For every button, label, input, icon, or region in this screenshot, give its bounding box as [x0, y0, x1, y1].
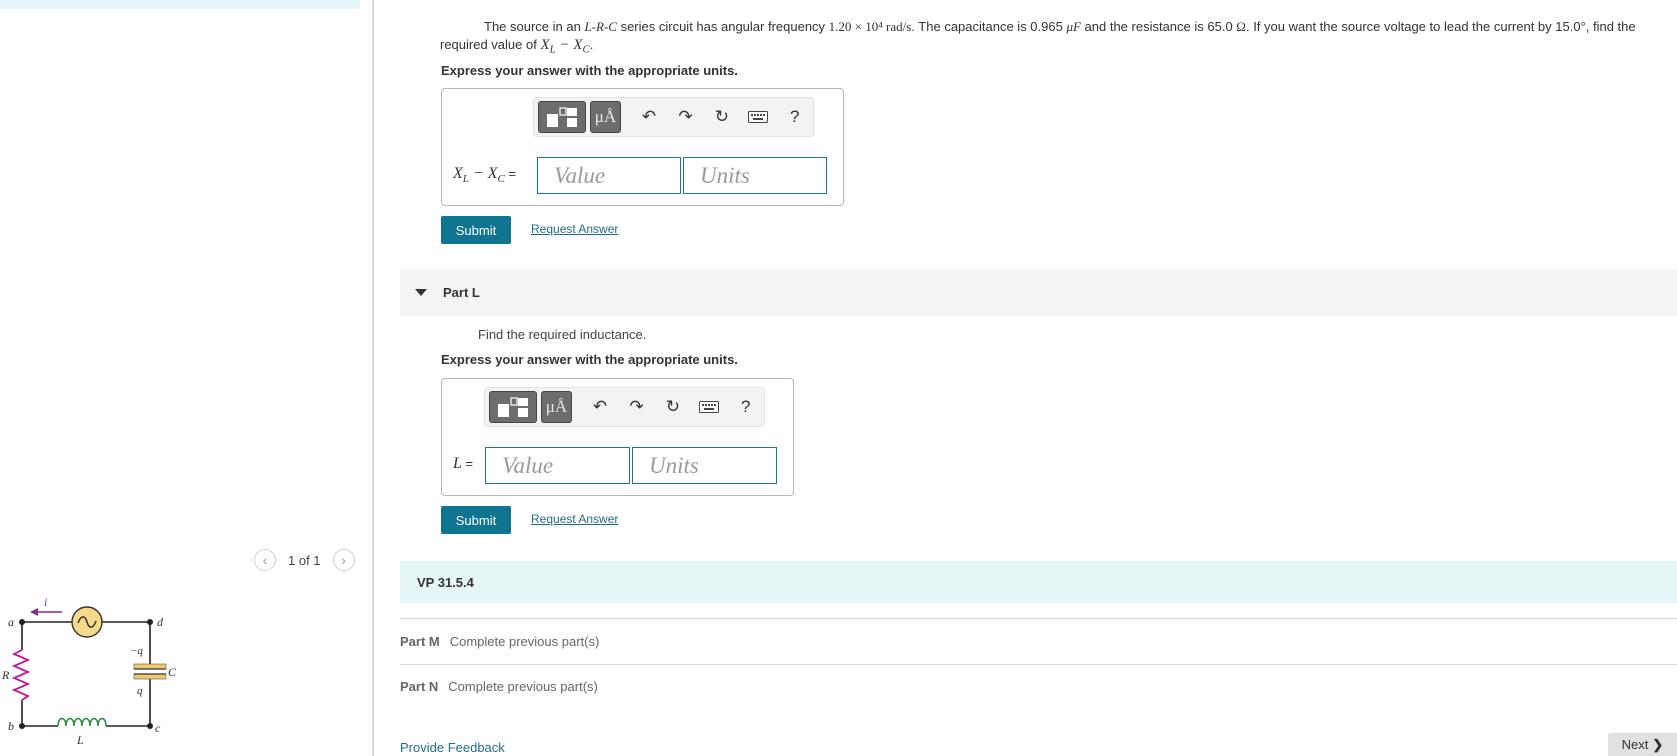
left-top-bar [0, 0, 360, 9]
units-icon[interactable]: μÅ [590, 101, 621, 133]
part-m-name: Part M [400, 634, 440, 649]
submit-button-k[interactable]: Submit [441, 216, 511, 244]
request-answer-link-k[interactable]: Request Answer [531, 222, 618, 236]
circuit-diagram: a d b c i R C L −q q [1, 595, 177, 747]
svg-text:a: a [8, 615, 14, 629]
svg-text:L: L [76, 733, 84, 747]
caret-down-icon [415, 289, 427, 296]
svg-text:d: d [157, 615, 164, 629]
help-icon[interactable]: ? [777, 101, 813, 133]
next-button[interactable]: Next ❯ [1608, 733, 1677, 756]
svg-text:R: R [1, 668, 10, 682]
vp-title: VP 31.5.4 [417, 575, 474, 590]
provide-feedback-link[interactable]: Provide Feedback [400, 740, 505, 755]
express-instruction-l: Express your answer with the appropriate… [441, 352, 738, 367]
part-n-row: Part N Complete previous part(s) [400, 679, 1677, 694]
part-l-title: Part L [443, 285, 480, 300]
answer-box-l: μÅ ↶ ↷ ↻ ? L = [441, 378, 794, 496]
svg-text:q: q [137, 685, 143, 697]
undo-icon[interactable]: ↶ [631, 101, 667, 133]
answer-box-k: μÅ ↶ ↷ ↻ ? XL − XC = [441, 88, 844, 206]
next-label: Next [1621, 737, 1649, 752]
math-toolbar-k: μÅ ↶ ↷ ↻ ? [533, 97, 814, 137]
left-panel: ‹ 1 of 1 › a d b c i R C L −q q [0, 0, 372, 756]
templates-icon[interactable] [489, 391, 538, 423]
part-l-question: Find the required inductance. [478, 327, 647, 342]
reset-icon[interactable]: ↻ [655, 391, 691, 423]
chevron-left-icon[interactable]: ‹ [254, 549, 276, 571]
request-answer-link-l[interactable]: Request Answer [531, 512, 618, 526]
templates-icon[interactable] [538, 101, 587, 133]
part-n-name: Part N [400, 679, 439, 694]
value-input-k[interactable] [537, 157, 681, 194]
undo-icon[interactable]: ↶ [582, 391, 618, 423]
answer-label-k: XL − XC = [453, 165, 517, 186]
reset-icon[interactable]: ↻ [704, 101, 740, 133]
part-l-header[interactable]: Part L [400, 270, 1677, 316]
divider [400, 664, 1677, 665]
problem-statement: The source in an L-R-C series circuit ha… [440, 19, 1636, 56]
value-input-l[interactable] [485, 447, 630, 484]
express-instruction-k: Express your answer with the appropriate… [441, 63, 738, 78]
keyboard-icon[interactable] [691, 391, 727, 423]
svg-text:c: c [155, 721, 161, 735]
inductor-symbol [57, 717, 107, 727]
pager-text: 1 of 1 [288, 552, 321, 568]
figure-pager: ‹ 1 of 1 › [254, 548, 355, 572]
units-input-k[interactable] [683, 157, 827, 194]
units-input-l[interactable] [632, 447, 777, 484]
divider [400, 618, 1677, 619]
svg-text:−q: −q [130, 645, 143, 657]
vp-section-header: VP 31.5.4 [400, 561, 1677, 603]
panel-divider[interactable] [372, 0, 374, 756]
part-m-row: Part M Complete previous part(s) [400, 634, 1677, 649]
math-toolbar-l: μÅ ↶ ↷ ↻ ? [484, 387, 765, 427]
redo-icon[interactable]: ↷ [667, 101, 703, 133]
svg-text:C: C [168, 665, 177, 679]
redo-icon[interactable]: ↷ [618, 391, 654, 423]
part-m-status: Complete previous part(s) [449, 634, 600, 649]
chevron-right-icon: ❯ [1652, 736, 1664, 752]
answer-label-l: L = [453, 455, 474, 472]
submit-button-l[interactable]: Submit [441, 506, 511, 534]
svg-text:i: i [44, 595, 47, 609]
keyboard-icon[interactable] [740, 101, 776, 133]
svg-text:b: b [8, 719, 14, 733]
chevron-right-icon[interactable]: › [332, 549, 355, 571]
units-icon[interactable]: μÅ [541, 391, 572, 423]
part-n-status: Complete previous part(s) [448, 679, 598, 694]
help-icon[interactable]: ? [728, 391, 764, 423]
resistor-symbol [11, 649, 31, 701]
main-content: The source in an L-R-C series circuit ha… [400, 0, 1677, 756]
